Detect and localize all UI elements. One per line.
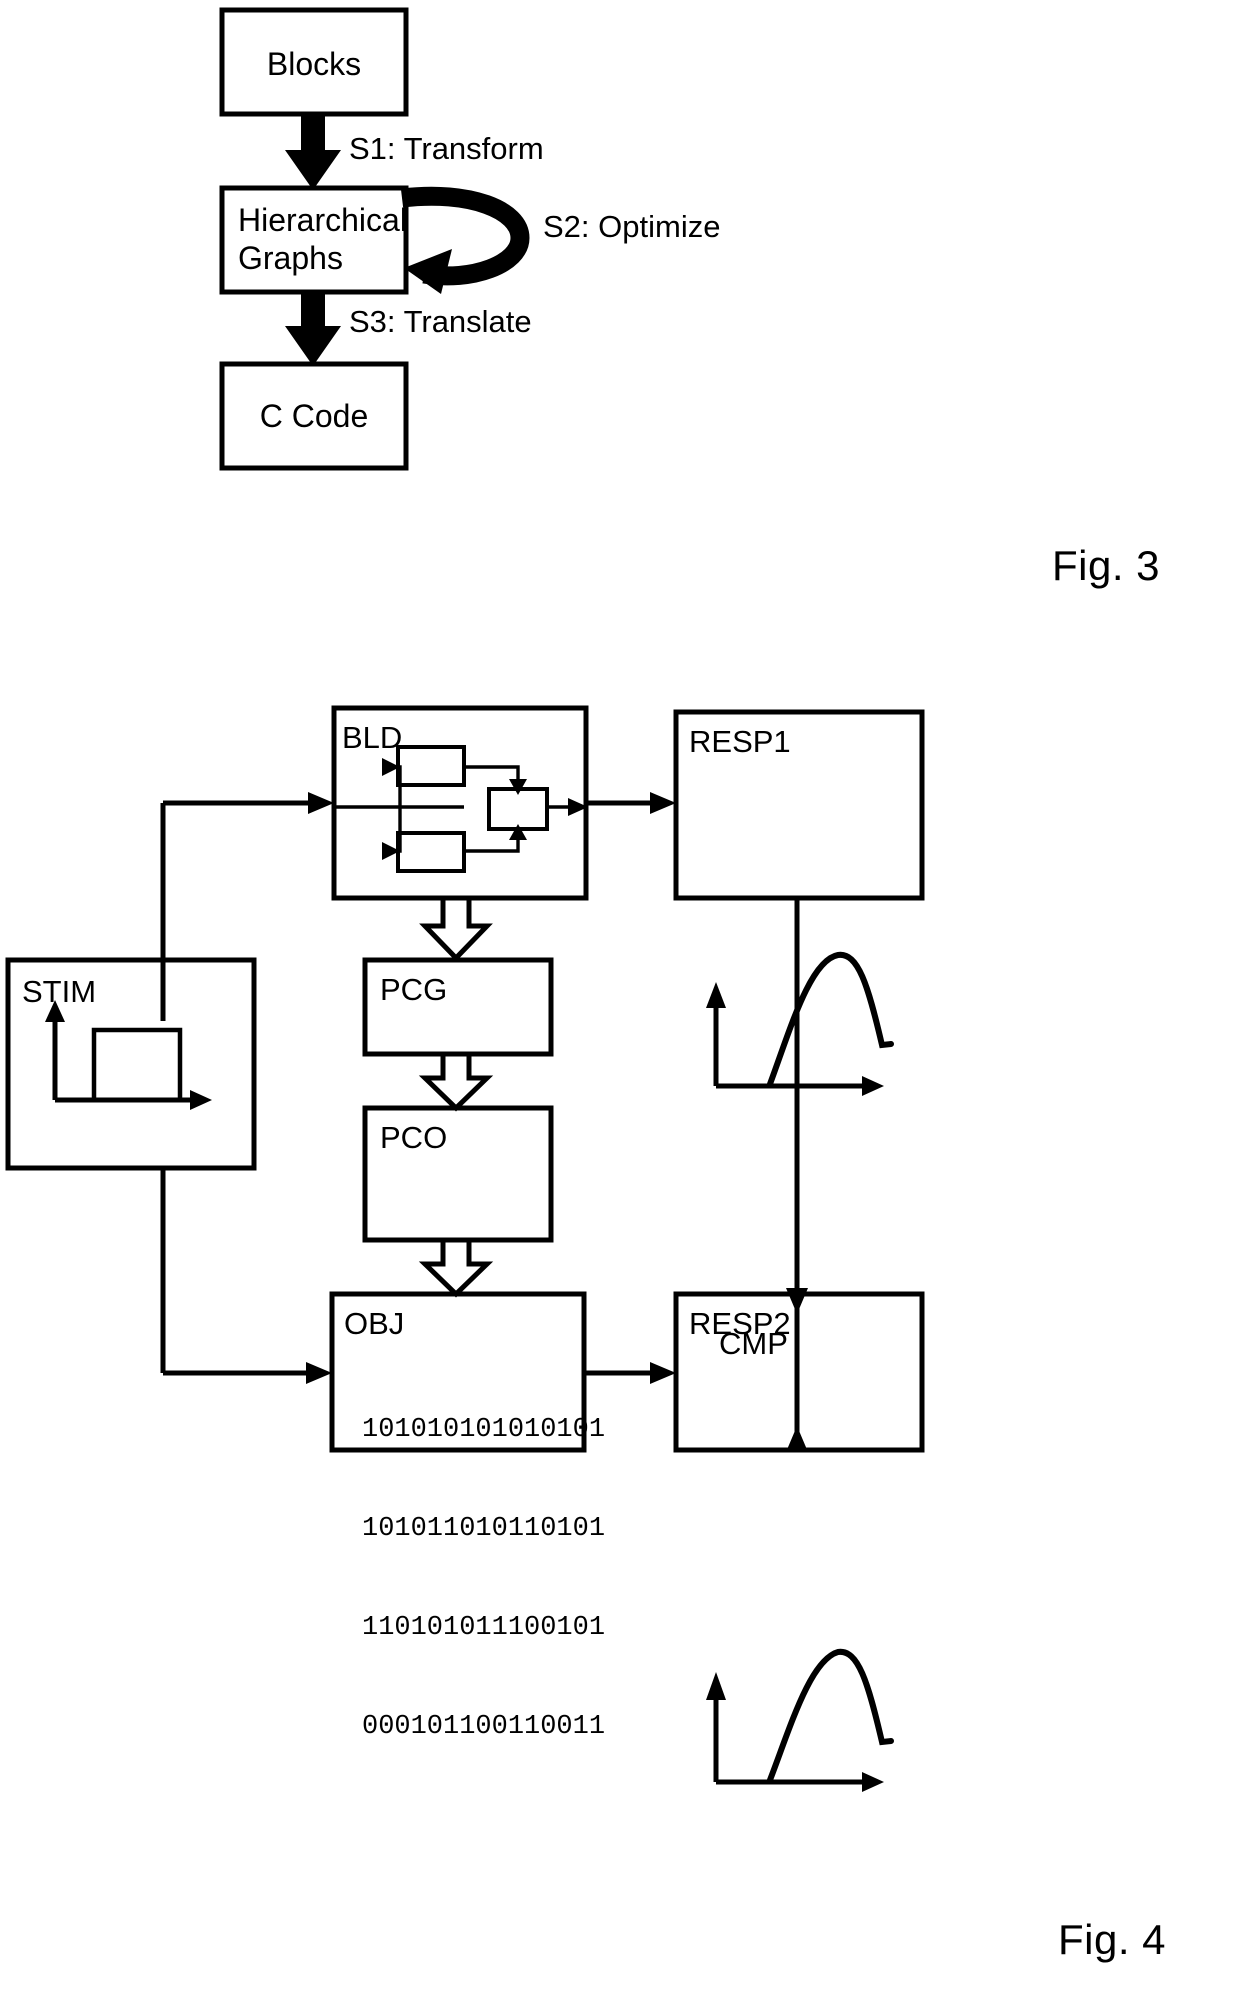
node-stim-label: STIM <box>22 974 97 1009</box>
node-hierarchical-graphs-label-line2: Graphs <box>238 240 343 276</box>
edge-pco-to-obj-hollow-arrow <box>418 1237 494 1298</box>
edge-s1-block-arrow <box>285 114 341 190</box>
edge-s2-label: S2: Optimize <box>543 209 721 244</box>
node-bld-label: BLD <box>342 720 403 755</box>
edge-obj-to-resp2-arrowhead <box>650 1362 676 1384</box>
resp1-axis-x-arrowhead <box>862 1076 884 1096</box>
obj-binary-listing: 101010101010101 101011010110101 11010101… <box>362 1348 605 1810</box>
figures-canvas <box>5 7 925 1792</box>
node-c-code-label: C Code <box>259 398 369 434</box>
node-blocks-label: Blocks <box>266 46 362 82</box>
resp1-axis-y-arrowhead <box>706 982 726 1008</box>
edge-pcg-to-pco-hollow-arrow <box>418 1051 494 1112</box>
edge-stim-to-bld-arrowhead <box>308 792 334 814</box>
edge-bld-to-resp1-arrowhead <box>650 792 676 814</box>
figure-3-caption: Fig. 3 <box>1052 542 1161 589</box>
figure-sheet: Blocks Hierarchical Graphs C Code S1: Tr… <box>0 0 1240 1990</box>
resp2-axis-x-arrowhead <box>862 1772 884 1792</box>
node-resp1-label: RESP1 <box>689 724 791 759</box>
obj-binary-line: 101011010110101 <box>362 1514 606 1544</box>
resp2-axis-y-arrowhead <box>706 1672 726 1700</box>
node-pco-label: PCO <box>380 1120 448 1155</box>
node-pcg-label: PCG <box>380 972 448 1007</box>
obj-binary-line: 000101100110011 <box>362 1712 606 1742</box>
edge-stim-to-obj-arrowhead <box>306 1362 332 1384</box>
resp1-hump-waveform <box>767 951 894 1087</box>
bld-inner-block-bottom <box>396 831 466 873</box>
node-obj-label: OBJ <box>344 1306 405 1341</box>
node-resp2-label: RESP2 <box>689 1306 791 1341</box>
node-hierarchical-graphs-label-line1: Hierarchical <box>238 202 407 238</box>
figure-4-caption: Fig. 4 <box>1058 1916 1167 1963</box>
resp2-hump-waveform <box>767 1648 894 1783</box>
bld-inner-block-top <box>396 745 466 787</box>
edge-s3-block-arrow <box>285 292 341 366</box>
obj-binary-line: 101010101010101 <box>362 1415 606 1445</box>
obj-binary-line: 110101011100101 <box>362 1613 606 1643</box>
edge-s3-label: S3: Translate <box>349 304 532 339</box>
edge-bld-to-pcg-hollow-arrow <box>419 895 493 962</box>
edge-s1-label: S1: Transform <box>349 131 544 166</box>
edge-s2-arrowhead <box>404 249 452 294</box>
